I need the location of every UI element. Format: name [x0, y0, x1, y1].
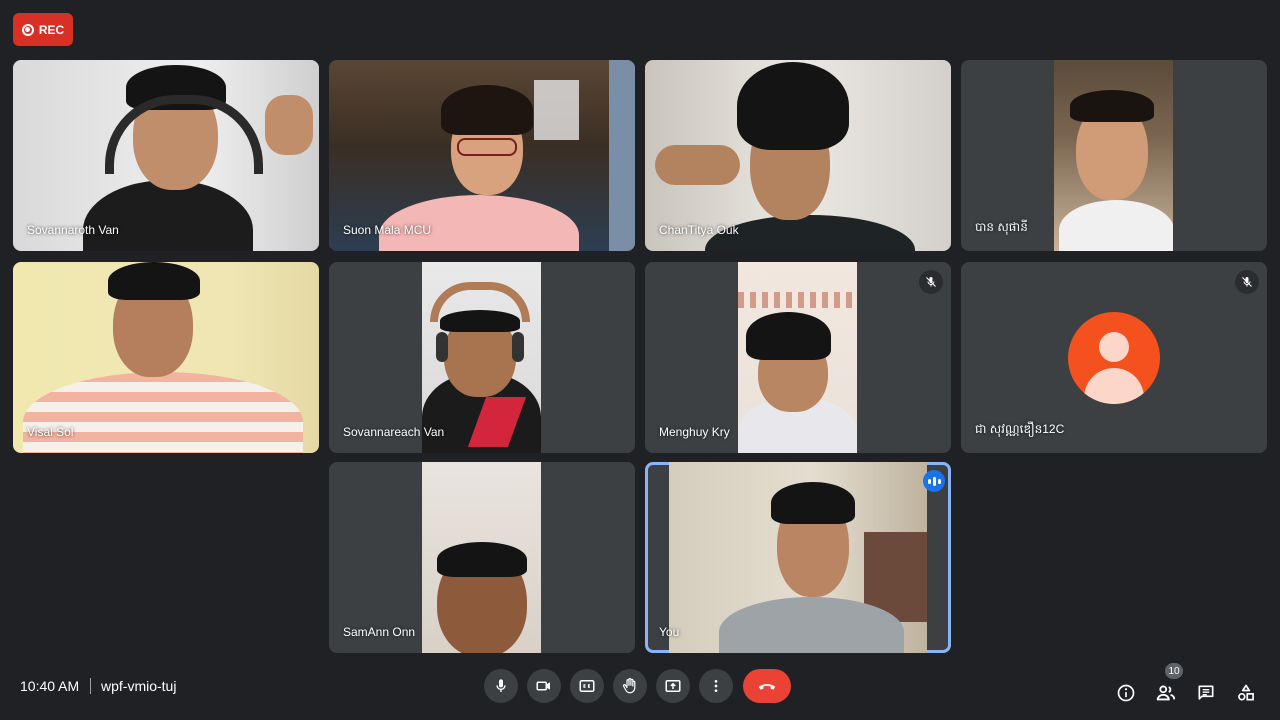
mic-off-icon: [919, 270, 943, 294]
camera-icon: [536, 681, 550, 691]
participant-tile[interactable]: Sovannareach Van: [329, 262, 635, 453]
participant-name: Menghuy Kry: [659, 425, 730, 439]
raise-hand-button[interactable]: [613, 669, 647, 703]
meeting-time: 10:40 AM: [20, 678, 80, 694]
captions-button[interactable]: [570, 669, 604, 703]
activities-button[interactable]: [1234, 681, 1258, 705]
participant-tile[interactable]: Suon Mala MCU: [329, 60, 635, 251]
present-button[interactable]: [656, 669, 690, 703]
recording-badge: REC: [13, 13, 73, 46]
participant-name: ជា សុវណ្ណឌឿន12C: [975, 422, 1065, 436]
participant-name: បាន សុផានី: [975, 220, 1028, 234]
people-icon: [1156, 685, 1176, 701]
participant-tile[interactable]: Sovannaroth Van: [13, 60, 319, 251]
participant-name: Sovannaroth Van: [27, 223, 119, 237]
meeting-details-button[interactable]: [1114, 681, 1138, 705]
participant-video: [738, 262, 857, 453]
participant-tile[interactable]: Visal Sol: [13, 262, 319, 453]
hand-icon: [622, 678, 636, 694]
participant-name: You: [659, 625, 680, 639]
phone-hangup-icon: [758, 684, 776, 690]
activities-icon: [1238, 684, 1254, 701]
participant-tile[interactable]: បាន សុផានី: [961, 60, 1267, 251]
divider: [90, 678, 91, 694]
speaking-icon: [923, 470, 945, 492]
participant-name: Suon Mala MCU: [343, 223, 432, 237]
present-icon: [665, 680, 681, 692]
participant-tile[interactable]: SamAnn Onn: [329, 462, 635, 653]
leave-call-button[interactable]: [743, 669, 791, 703]
microphone-button[interactable]: [484, 669, 518, 703]
info-icon: [1117, 684, 1135, 702]
participant-video: [422, 462, 541, 653]
participant-name: Visal Sol: [27, 425, 74, 439]
meeting-code: wpf-vmio-tuj: [101, 678, 177, 694]
record-icon: [21, 23, 34, 36]
participant-tile-self[interactable]: You: [645, 462, 951, 653]
captions-icon: [579, 680, 595, 692]
recording-label: REC: [38, 22, 65, 37]
participant-name: ChanTitya Ouk: [659, 223, 739, 237]
participant-tile[interactable]: ChanTitya Ouk: [645, 60, 951, 251]
people-count-badge: 10: [1165, 663, 1183, 679]
chat-icon: [1198, 685, 1214, 700]
participant-video: [669, 462, 927, 653]
participant-name: Sovannareach Van: [343, 425, 445, 439]
more-vert-icon: [714, 680, 718, 692]
microphone-icon: [496, 679, 506, 692]
camera-button[interactable]: [527, 669, 561, 703]
participant-name: SamAnn Onn: [343, 625, 416, 639]
participant-tile[interactable]: Menghuy Kry: [645, 262, 951, 453]
people-button[interactable]: [1154, 681, 1178, 705]
participant-tile[interactable]: ជា សុវណ្ណឌឿន12C: [961, 262, 1267, 453]
chat-button[interactable]: [1194, 681, 1218, 705]
more-options-button[interactable]: [699, 669, 733, 703]
mic-off-icon: [1235, 270, 1259, 294]
participant-video: [1054, 60, 1173, 251]
avatar: [1068, 312, 1160, 404]
